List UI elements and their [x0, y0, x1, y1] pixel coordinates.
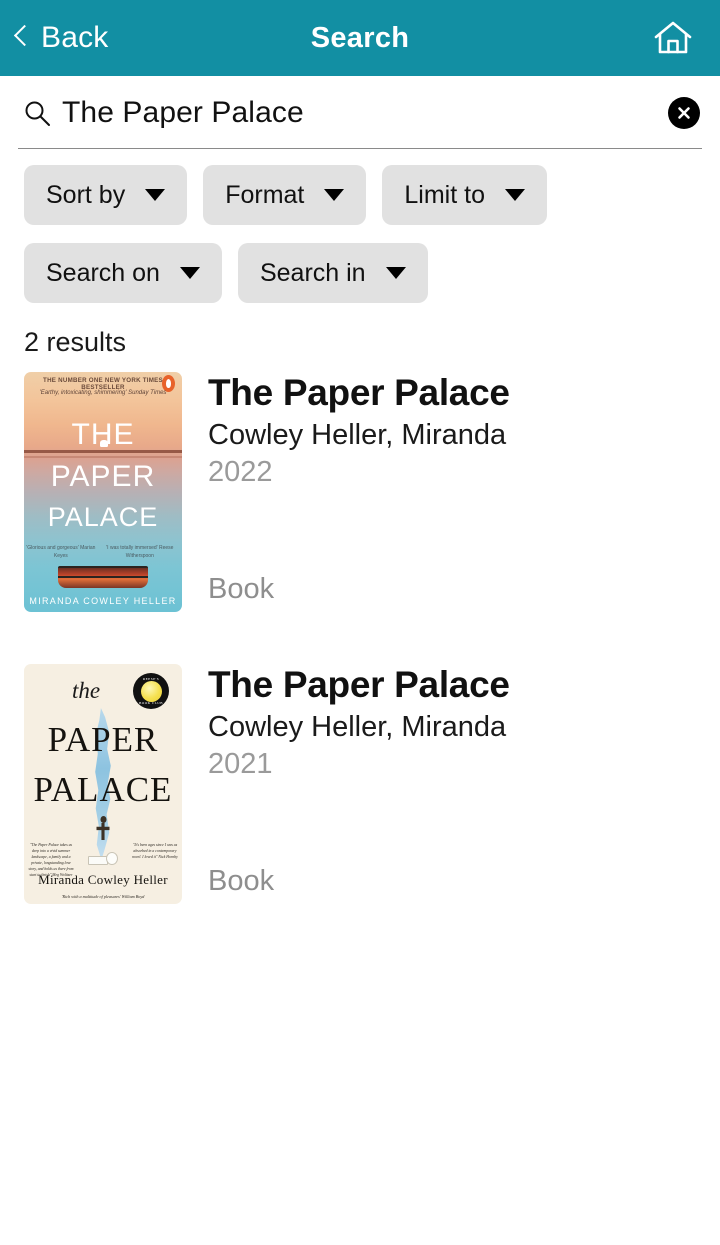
result-author: Cowley Heller, Miranda: [208, 711, 507, 744]
filter-chip-label: Limit to: [404, 180, 485, 209]
result-author: Cowley Heller, Miranda: [208, 419, 507, 452]
home-icon: [654, 21, 692, 54]
chevron-down-icon: [145, 189, 166, 201]
cover-blurbs: 'Glorious and gorgeous' Marian Keyes 'I …: [24, 545, 182, 560]
badge-top-text: REESE'S: [142, 677, 160, 681]
cover-quote-text: 'Earthy, intoxicating, shimmering' Sunda…: [39, 390, 167, 396]
book-cover-image: THE NUMBER ONE NEW YORK TIMES BESTSELLER…: [24, 372, 182, 612]
back-button[interactable]: Back: [0, 21, 109, 55]
result-item[interactable]: THE NUMBER ONE NEW YORK TIMES BESTSELLER…: [0, 372, 720, 612]
search-input[interactable]: The Paper Palace: [62, 96, 668, 130]
cover-footer-quote: 'Rich with a multitude of pleasures' Wil…: [61, 894, 145, 899]
app-header: Back Search: [0, 0, 720, 76]
close-icon: [678, 106, 690, 119]
cover-title-line-2: PAPER: [47, 720, 159, 759]
result-meta: The Paper Palace Cowley Heller, Miranda …: [182, 372, 720, 612]
cover-title-line-3: PALACE: [47, 502, 159, 532]
back-button-label: Back: [41, 21, 109, 54]
cover-boat-illustration: [58, 566, 148, 588]
chevron-down-icon: [324, 189, 345, 201]
cover-banner-text: THE NUMBER ONE NEW YORK TIMES BESTSELLER: [43, 377, 163, 391]
filter-chip-label: Search on: [46, 258, 160, 287]
search-icon: [25, 101, 50, 126]
result-year: 2022: [208, 456, 273, 489]
filter-chip-label: Search in: [259, 258, 366, 287]
result-meta: The Paper Palace Cowley Heller, Miranda …: [182, 664, 720, 904]
clear-search-button[interactable]: [668, 96, 700, 129]
filter-chip-row-1: Sort by Format Limit to: [24, 165, 720, 225]
filter-chip-row-2: Search on Search in: [24, 243, 720, 303]
result-item[interactable]: the REESE'S BOOK CLUB PAPER PALACE "The …: [0, 664, 720, 904]
filter-chip-sort-by[interactable]: Sort by: [24, 165, 188, 225]
filter-chip-search-on[interactable]: Search on: [24, 243, 222, 303]
result-format: Book: [208, 573, 275, 605]
filter-chip-search-in[interactable]: Search in: [237, 243, 428, 303]
cover-title-line-2: PAPER: [50, 460, 156, 493]
cover-blurb-left: 'Glorious and gorgeous' Marian Keyes: [26, 545, 96, 559]
cover-blurb-right: 'I was totally immersed' Reese Witherspo…: [106, 545, 174, 559]
chevron-down-icon: [504, 189, 525, 201]
reeses-book-club-badge-icon: REESE'S BOOK CLUB: [133, 673, 169, 709]
filter-chip-format[interactable]: Format: [203, 165, 367, 225]
result-format: Book: [208, 865, 275, 897]
book-cover-image: the REESE'S BOOK CLUB PAPER PALACE "The …: [24, 664, 182, 904]
cover-figure-illustration: [97, 816, 110, 842]
filter-chip-label: Format: [225, 180, 305, 209]
filter-chips: Sort by Format Limit to Search on Search…: [0, 149, 720, 303]
home-button[interactable]: [652, 18, 694, 58]
chevron-left-icon: [14, 25, 29, 51]
cover-author-line: MIRANDA COWLEY HELLER: [29, 596, 177, 606]
cover-title-line-3: PALACE: [33, 770, 173, 809]
cover-title-line-1: THE: [71, 418, 135, 451]
filter-chip-limit-to[interactable]: Limit to: [382, 165, 547, 225]
filter-chip-label: Sort by: [46, 180, 126, 209]
search-bar: The Paper Palace: [0, 76, 720, 149]
chevron-down-icon: [385, 267, 406, 279]
results-count: 2 results: [24, 327, 127, 357]
badge-bottom-text: BOOK CLUB: [139, 701, 163, 705]
result-title: The Paper Palace: [208, 664, 510, 705]
result-year: 2021: [208, 748, 273, 781]
cover-author-line: Miranda Cowley Heller: [38, 872, 168, 887]
cover-paper-roll-illustration: [88, 850, 118, 866]
result-title: The Paper Palace: [208, 372, 510, 413]
chevron-down-icon: [179, 267, 200, 279]
